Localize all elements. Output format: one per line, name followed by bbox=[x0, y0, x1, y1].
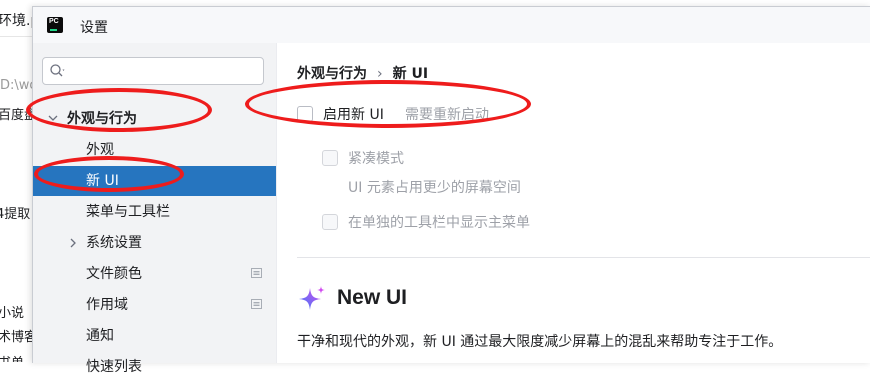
breadcrumb: 外观与行为 › 新 UI bbox=[297, 63, 428, 83]
chevron-right-icon[interactable] bbox=[67, 228, 79, 258]
compact-mode-description: UI 元素占用更少的屏幕空间 bbox=[348, 180, 521, 196]
breadcrumb-current: 新 UI bbox=[392, 66, 429, 82]
sidebar-item-notifications[interactable]: 通知 bbox=[33, 321, 276, 351]
background-line: 书单 bbox=[0, 352, 24, 362]
sidebar-item-appearance-behavior[interactable]: 外观与行为 bbox=[33, 104, 276, 134]
settings-search-box[interactable] bbox=[42, 57, 264, 85]
sidebar-item-scopes[interactable]: 作用域 bbox=[33, 290, 276, 320]
sidebar-item-menus-toolbars[interactable]: 菜单与工具栏 bbox=[33, 197, 276, 227]
sparkle-icon bbox=[299, 286, 325, 310]
sidebar-item-system-settings[interactable]: 系统设置 bbox=[33, 228, 276, 258]
search-input[interactable] bbox=[77, 61, 261, 83]
chevron-down-icon[interactable] bbox=[47, 104, 59, 134]
dialog-titlebar: PC 设置 bbox=[33, 7, 870, 43]
background-editor-window: 环境.p D:\wo 百度盘 4提取 小说 术博客 书单 bbox=[0, 0, 32, 362]
enable-new-ui-checkbox[interactable] bbox=[297, 106, 313, 122]
background-window-title: 环境.p bbox=[0, 13, 32, 29]
sidebar-item-label: 外观 bbox=[86, 142, 114, 158]
sidebar-item-file-colors[interactable]: 文件颜色 bbox=[33, 259, 276, 289]
scope-badge-icon bbox=[251, 268, 262, 278]
settings-content-panel: 外观与行为 › 新 UI 启用新 UI 需要重新启动 紧凑模式 UI 元素占用更少的… bbox=[277, 43, 870, 363]
separate-toolbar-menu-checkbox[interactable] bbox=[322, 214, 338, 230]
sidebar-item-label: 通知 bbox=[86, 328, 114, 344]
background-line: 4提取 bbox=[0, 207, 31, 222]
section-divider bbox=[297, 257, 870, 258]
breadcrumb-separator: › bbox=[377, 66, 383, 82]
background-divider bbox=[0, 36, 32, 37]
settings-sidebar: 外观与行为 外观 新 UI 菜单与工具栏 系统设置 文件颜色 作用域 通知 快速… bbox=[33, 43, 277, 375]
sidebar-item-label: 文件颜色 bbox=[86, 266, 142, 282]
background-line: 百度盘 bbox=[0, 108, 32, 123]
breadcrumb-parent[interactable]: 外观与行为 bbox=[297, 66, 367, 82]
sidebar-item-label: 新 UI bbox=[86, 173, 119, 189]
promo-title: New UI bbox=[337, 286, 408, 309]
sidebar-item-quick-lists[interactable]: 快速列表 bbox=[33, 352, 276, 382]
sidebar-item-label: 作用域 bbox=[86, 297, 128, 313]
restart-required-note: 需要重新启动 bbox=[405, 107, 489, 123]
compact-mode-label[interactable]: 紧凑模式 bbox=[348, 148, 404, 168]
sidebar-item-label: 快速列表 bbox=[86, 359, 142, 375]
scope-badge-icon bbox=[251, 299, 262, 309]
settings-dialog: PC 设置 外观与行为 外观 新 UI 菜单与工具栏 系统设置 文件颜色 作用域… bbox=[32, 6, 870, 375]
background-line: 小说 bbox=[0, 306, 25, 321]
background-line: 术博客 bbox=[0, 330, 32, 345]
background-line: D:\wo bbox=[0, 78, 32, 93]
sidebar-item-label: 菜单与工具栏 bbox=[86, 204, 170, 220]
sidebar-item-label: 外观与行为 bbox=[67, 111, 137, 127]
promo-description: 干净和现代的外观，新 UI 通过最大限度减少屏幕上的混乱来帮助专注于工作。 bbox=[297, 334, 783, 350]
sidebar-item-new-ui[interactable]: 新 UI bbox=[33, 166, 276, 196]
sidebar-item-label: 系统设置 bbox=[86, 235, 142, 251]
compact-mode-checkbox[interactable] bbox=[322, 150, 338, 166]
pycharm-app-icon: PC bbox=[47, 17, 63, 33]
search-icon[interactable] bbox=[49, 63, 65, 79]
separate-toolbar-menu-label[interactable]: 在单独的工具栏中显示主菜单 bbox=[348, 212, 530, 232]
dialog-title: 设置 bbox=[80, 20, 108, 36]
enable-new-ui-label[interactable]: 启用新 UI bbox=[323, 104, 384, 124]
sidebar-item-appearance[interactable]: 外观 bbox=[33, 135, 276, 165]
